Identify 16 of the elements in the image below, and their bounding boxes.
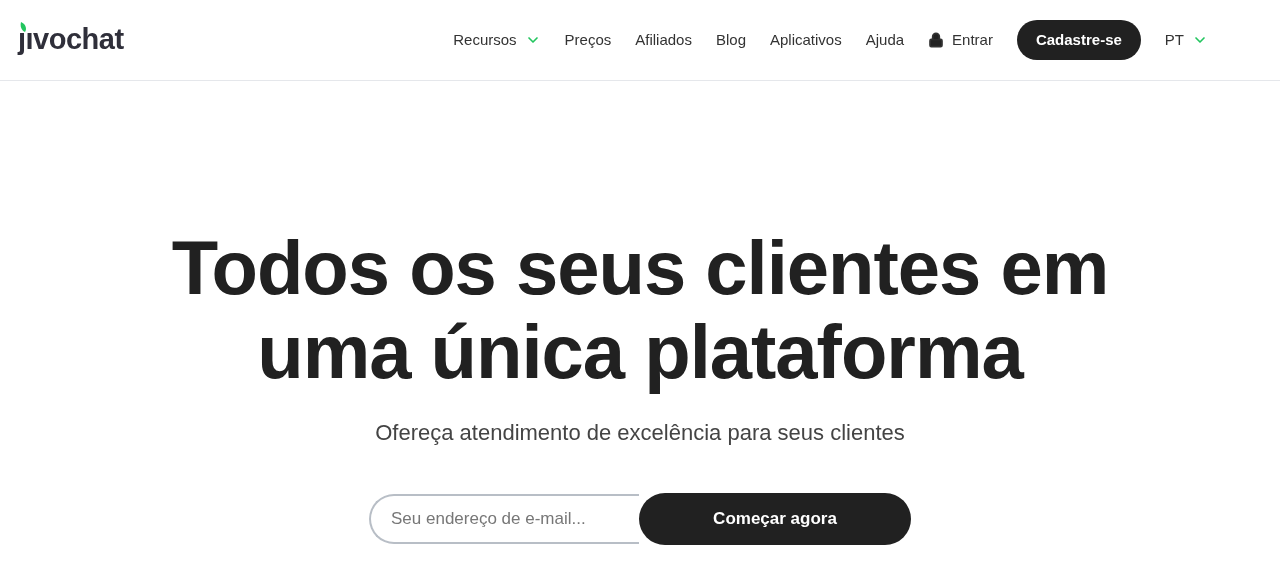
- lock-icon: [928, 32, 945, 48]
- nav-link[interactable]: Aplicativos: [758, 28, 854, 52]
- nav-link[interactable]: Ajuda: [853, 28, 917, 52]
- signup-button[interactable]: Cadastre-se: [1016, 20, 1141, 60]
- hero-title: uma única plataforma: [257, 310, 1023, 394]
- nav-link[interactable]: Blog: [703, 28, 758, 52]
- login-link[interactable]: Entrar: [916, 28, 1005, 52]
- nav-dropdown[interactable]: PT: [1152, 28, 1220, 52]
- hero-title: Todos os seus clientes em: [171, 226, 1109, 310]
- nav-link[interactable]: Afiliados: [623, 28, 704, 52]
- start-button[interactable]: Começar agora: [639, 493, 911, 545]
- nav-link[interactable]: Preços: [552, 28, 624, 52]
- logo-text[interactable]: ȷıvochat: [18, 23, 124, 56]
- nav-dropdown[interactable]: Recursos: [441, 28, 553, 52]
- email-field[interactable]: Seu endereço de e-mail...: [369, 494, 639, 544]
- hero-subtitle: Ofereça atendimento de excelência para seus clientes: [375, 419, 905, 447]
